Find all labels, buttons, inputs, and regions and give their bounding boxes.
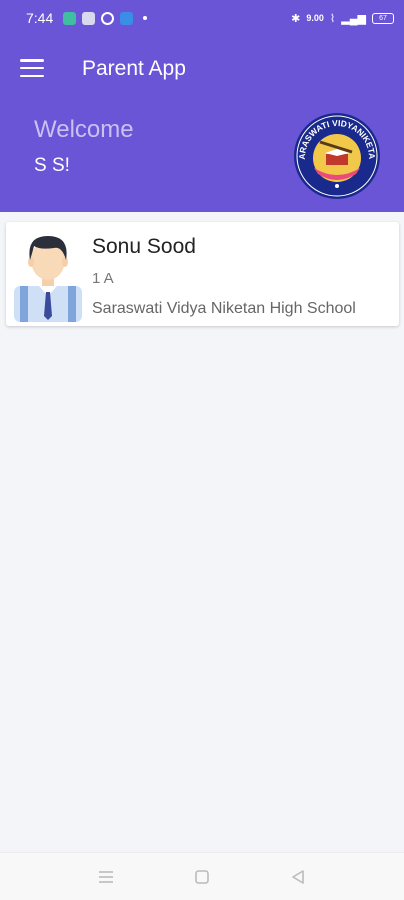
battery-level: 67 bbox=[379, 14, 387, 22]
status-time: 7:44 bbox=[26, 10, 54, 26]
recent-apps-icon[interactable] bbox=[96, 867, 116, 887]
student-card[interactable]: Sonu Sood 1 A Saraswati Vidya Niketan Hi… bbox=[6, 222, 399, 326]
app-header: Parent App Welcome S S! SARASWATI VIDYAN… bbox=[0, 36, 404, 212]
bluetooth-icon: ✱ bbox=[291, 12, 301, 25]
more-notifications-icon bbox=[143, 16, 148, 20]
student-school: Saraswati Vidya Niketan High School bbox=[92, 300, 356, 317]
sync-icon bbox=[101, 11, 115, 25]
user-name: S S! bbox=[34, 155, 70, 176]
menu-icon[interactable] bbox=[20, 59, 44, 77]
notification-icons bbox=[63, 11, 148, 25]
app-title: Parent App bbox=[82, 57, 186, 80]
photo-icon bbox=[82, 11, 96, 25]
school-logo: SARASWATI VIDYANIKETAN bbox=[292, 112, 380, 199]
signal-icon: ▂▄▆ bbox=[341, 12, 366, 25]
status-bar: 7:44 ✱ 9.00 ⌇ ▂▄▆ 67 bbox=[0, 0, 404, 36]
student-class: 1 A bbox=[92, 270, 114, 287]
status-right: ✱ 9.00 ⌇ ▂▄▆ 67 bbox=[291, 12, 394, 25]
wifi-icon: ⌇ bbox=[329, 12, 336, 25]
home-icon[interactable] bbox=[192, 867, 212, 887]
battery-icon: 67 bbox=[372, 12, 394, 24]
network-speed: 9.00 bbox=[306, 13, 324, 23]
student-name: Sonu Sood bbox=[92, 235, 196, 258]
cloud-icon bbox=[120, 11, 134, 25]
welcome-text: Welcome bbox=[34, 116, 134, 143]
messages-icon bbox=[63, 11, 77, 25]
back-icon[interactable] bbox=[288, 867, 308, 887]
student-avatar bbox=[14, 236, 82, 322]
system-nav-bar bbox=[0, 852, 404, 900]
